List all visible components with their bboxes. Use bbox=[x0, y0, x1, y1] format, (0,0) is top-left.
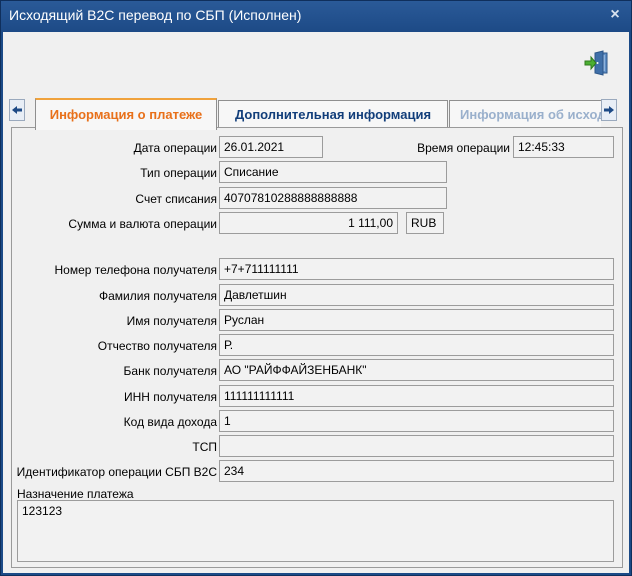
op-time-label: Время операции bbox=[417, 141, 510, 155]
arrow-left-icon bbox=[12, 106, 22, 114]
income-code-label: Код вида дохода bbox=[123, 415, 217, 429]
tab-outgoing-transfer-info[interactable]: Информация об исходящем переводе bbox=[449, 100, 601, 128]
account-field[interactable]: 40707810288888888888 bbox=[219, 187, 447, 209]
arrow-right-icon bbox=[604, 106, 614, 114]
tsp-label: ТСП bbox=[192, 440, 217, 454]
sbp-id-field[interactable]: 234 bbox=[219, 460, 614, 482]
tab-scroll-right-button[interactable] bbox=[601, 99, 617, 121]
purpose-textarea[interactable]: 123123 bbox=[17, 500, 614, 562]
tab-additional-info-label: Дополнительная информация bbox=[234, 107, 432, 122]
exit-door-icon bbox=[584, 50, 608, 76]
dialog-window: Исходящий B2C перевод по СБП (Исполнен) … bbox=[0, 0, 632, 576]
op-type-label: Тип операции bbox=[140, 166, 217, 180]
amount-field[interactable]: 1 111,00 bbox=[219, 212, 398, 234]
phone-label: Номер телефона получателя bbox=[54, 263, 217, 277]
window-title: Исходящий B2C перевод по СБП (Исполнен) bbox=[9, 7, 302, 23]
tab-payment-info[interactable]: Информация о платеже bbox=[35, 98, 217, 130]
tab-strip: Информация о платеже Дополнительная инфо… bbox=[3, 98, 629, 130]
tab-payment-info-label: Информация о платеже bbox=[49, 107, 203, 122]
first-name-field[interactable]: Руслан bbox=[219, 309, 614, 331]
sbp-id-label: Идентификатор операции СБП B2C bbox=[16, 465, 217, 479]
phone-field[interactable]: +7+711111111 bbox=[219, 258, 614, 280]
first-name-label: Имя получателя bbox=[126, 314, 217, 328]
tsp-field[interactable] bbox=[219, 435, 614, 457]
close-icon[interactable]: × bbox=[608, 7, 622, 23]
exit-button[interactable] bbox=[583, 50, 611, 76]
op-date-label: Дата операции bbox=[133, 141, 217, 155]
tab-outgoing-transfer-info-label: Информация об исходящем переводе bbox=[460, 107, 601, 122]
dialog-body: Информация о платеже Дополнительная инфо… bbox=[3, 32, 629, 573]
op-time-field[interactable]: 12:45:33 bbox=[513, 136, 614, 158]
purpose-label: Назначение платежа bbox=[17, 487, 134, 501]
account-label: Счет списания bbox=[135, 192, 217, 206]
amount-label: Сумма и валюта операции bbox=[68, 217, 217, 231]
inn-field[interactable]: 111111111111 bbox=[219, 385, 614, 407]
op-type-field[interactable]: Списание bbox=[219, 161, 447, 183]
op-date-field[interactable]: 26.01.2021 bbox=[219, 136, 323, 158]
bank-label: Банк получателя bbox=[123, 364, 217, 378]
last-name-label: Фамилия получателя bbox=[99, 289, 217, 303]
tab-additional-info[interactable]: Дополнительная информация bbox=[218, 100, 448, 128]
middle-name-field[interactable]: Р. bbox=[219, 334, 614, 356]
bank-field[interactable]: АО "РАЙФФАЙЗЕНБАНК" bbox=[219, 359, 614, 381]
inn-label: ИНН получателя bbox=[124, 390, 217, 404]
currency-field[interactable]: RUB bbox=[406, 212, 444, 234]
income-code-field[interactable]: 1 bbox=[219, 410, 614, 432]
title-bar[interactable]: Исходящий B2C перевод по СБП (Исполнен) … bbox=[1, 1, 631, 32]
tab-scroll-left-button[interactable] bbox=[9, 99, 25, 121]
last-name-field[interactable]: Давлетшин bbox=[219, 284, 614, 306]
middle-name-label: Отчество получателя bbox=[97, 339, 217, 353]
